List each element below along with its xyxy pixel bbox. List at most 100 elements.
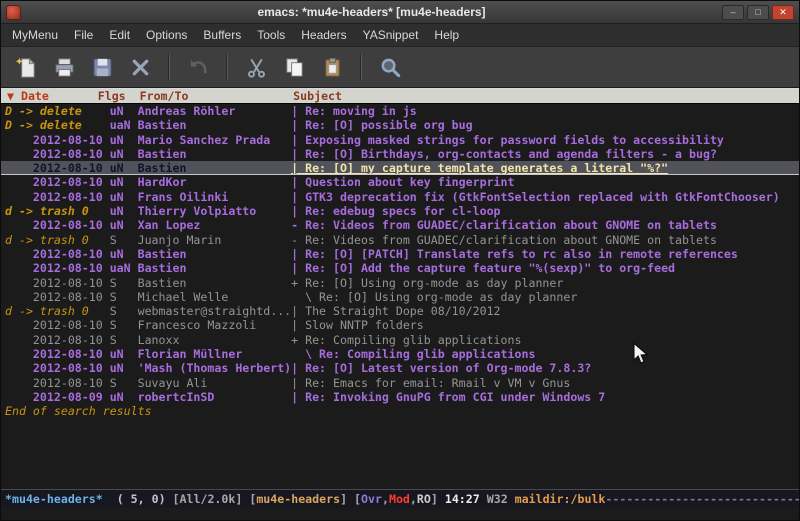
modeline-segment: , <box>410 492 417 506</box>
date-cell: 2012-08-10 <box>5 276 110 290</box>
message-row[interactable]: 2012-08-10SLanoxx+ Re: Compiling glib ap… <box>1 333 799 347</box>
save-icon[interactable] <box>87 52 117 82</box>
flags-cell: uN <box>110 133 138 147</box>
emacs-app-icon <box>6 5 21 20</box>
from-cell: Bastien <box>138 118 292 132</box>
modeline-segment: ----------------------------------------… <box>605 492 799 506</box>
from-cell: Francesco Mazzoli <box>138 318 292 332</box>
from-cell: Lanoxx <box>138 333 292 347</box>
column-header-date[interactable]: ▼ Date <box>7 89 98 103</box>
flags-cell: uN <box>110 190 138 204</box>
flags-cell: S <box>110 304 138 318</box>
flags-cell: uaN <box>110 261 138 275</box>
date-cell: D -> delete <box>5 118 110 132</box>
message-row[interactable]: 2012-08-10uNMario Sanchez Prada| Exposin… <box>1 133 799 147</box>
subject-cell: | Exposing masked strings for password f… <box>291 133 799 147</box>
date-cell: 2012-08-10 <box>5 376 110 390</box>
flags-cell: S <box>110 276 138 290</box>
message-row[interactable]: 2012-08-10uaNBastien| Re: [O] Add the ca… <box>1 261 799 275</box>
date-cell: 2012-08-10 <box>5 318 110 332</box>
column-header-subject[interactable]: Subject <box>293 89 799 103</box>
date-cell: 2012-08-10 <box>5 333 110 347</box>
menubar-item-yasnippet[interactable]: YASnippet <box>355 25 427 45</box>
mu4e-headers-buffer[interactable]: ▼ Date Flgs From/To Subject D -> deleteu… <box>1 88 799 489</box>
message-row[interactable]: 2012-08-09uNrobertcInSD| Re: Invoking Gn… <box>1 390 799 404</box>
from-cell: Juanjo Marin <box>138 233 292 247</box>
message-row[interactable]: d -> trash 0SJuanjo Marin- Re: Videos fr… <box>1 233 799 247</box>
subject-cell: | Re: [O] Add the capture feature "%(sex… <box>291 261 799 275</box>
modeline-segment: mu4e-headers <box>256 492 340 506</box>
message-row[interactable]: 2012-08-10SFrancesco Mazzoli| Slow NNTP … <box>1 318 799 332</box>
toolbar-separator <box>226 54 228 80</box>
print-icon[interactable] <box>49 52 79 82</box>
flags-cell: uN <box>110 147 138 161</box>
close-icon[interactable] <box>125 52 155 82</box>
modeline-segment: 14:27 <box>445 492 487 506</box>
headers-header-line: ▼ Date Flgs From/To Subject <box>1 89 799 104</box>
menubar-item-headers[interactable]: Headers <box>293 25 354 45</box>
search-icon[interactable] <box>375 52 405 82</box>
subject-cell: + Re: Compiling glib applications <box>291 333 799 347</box>
toolbar-separator <box>360 54 362 80</box>
copy-icon[interactable] <box>279 52 309 82</box>
menubar-item-options[interactable]: Options <box>138 25 195 45</box>
menubar-item-tools[interactable]: Tools <box>249 25 293 45</box>
from-cell: webmaster@straightd... <box>138 304 292 318</box>
minimize-button[interactable]: – <box>722 5 744 20</box>
subject-cell: | Re: edebug specs for cl-loop <box>291 204 799 218</box>
column-header-from[interactable]: From/To <box>140 89 294 103</box>
subject-cell: | Re: Emacs for email: Rmail v VM v Gnus <box>291 376 799 390</box>
toolbar-separator <box>168 54 170 80</box>
message-row[interactable]: d -> trash 0Swebmaster@straightd...| The… <box>1 304 799 318</box>
message-row[interactable]: 2012-08-10SBastien+ Re: [O] Using org-mo… <box>1 276 799 290</box>
message-row[interactable]: D -> deleteuaNBastien| Re: [O] possible … <box>1 118 799 132</box>
date-cell: 2012-08-10 <box>5 133 110 147</box>
from-cell: Thierry Volpiatto <box>138 204 292 218</box>
subject-cell: | Re: [O] my capture template generates … <box>291 161 799 174</box>
window-controls: –□✕ <box>722 5 794 20</box>
titlebar[interactable]: emacs: *mu4e-headers* [mu4e-headers] –□✕ <box>1 1 799 24</box>
paste-icon[interactable] <box>317 52 347 82</box>
menubar-item-buffers[interactable]: Buffers <box>195 25 249 45</box>
message-row[interactable]: 2012-08-10uNFlorian Müllner \ Re: Compil… <box>1 347 799 361</box>
message-row[interactable]: 2012-08-10uNBastien| Re: [O] Birthdays, … <box>1 147 799 161</box>
modeline[interactable]: *mu4e-headers* ( 5, 0) [All/2.0k] [mu4e-… <box>1 489 799 508</box>
menubar-item-file[interactable]: File <box>66 25 101 45</box>
message-row[interactable]: 2012-08-10uNBastien| Re: [O] my capture … <box>1 161 799 175</box>
column-header-flags[interactable]: Flgs <box>98 89 140 103</box>
end-of-results-text: End of search results <box>1 404 799 418</box>
menubar-item-mymenu[interactable]: MyMenu <box>4 25 66 45</box>
new-file-icon[interactable] <box>11 52 41 82</box>
date-cell: 2012-08-10 <box>5 175 110 189</box>
from-cell: Frans Oilinki <box>138 190 292 204</box>
modeline-segment: maildir:/bulk <box>515 492 606 506</box>
date-cell: 2012-08-10 <box>5 161 110 174</box>
message-row[interactable]: 2012-08-10uNHardKor| Question about key … <box>1 175 799 189</box>
subject-cell: - Re: Videos from GUADEC/clarification a… <box>291 218 799 232</box>
maximize-button[interactable]: □ <box>747 5 769 20</box>
from-cell: robertcInSD <box>138 390 292 404</box>
message-row[interactable]: 2012-08-10uNBastien| Re: [O] [PATCH] Tra… <box>1 247 799 261</box>
message-row[interactable]: D -> deleteuNAndreas Röhler| Re: moving … <box>1 104 799 118</box>
echo-area[interactable] <box>1 508 799 520</box>
date-cell: 2012-08-10 <box>5 347 110 361</box>
message-row[interactable]: 2012-08-10SMichael Welle \ Re: [O] Using… <box>1 290 799 304</box>
subject-cell: | Question about key fingerprint <box>291 175 799 189</box>
menubar-item-edit[interactable]: Edit <box>101 25 138 45</box>
modeline-segment: *mu4e-headers* <box>5 492 103 506</box>
date-cell: D -> delete <box>5 104 110 118</box>
subject-cell: | Re: [O] Birthdays, org-contacts and ag… <box>291 147 799 161</box>
message-row[interactable]: 2012-08-10uNXan Lopez- Re: Videos from G… <box>1 218 799 232</box>
message-row[interactable]: d -> trash 0uNThierry Volpiatto| Re: ede… <box>1 204 799 218</box>
modeline-segment: ( 5, 0) <box>103 492 173 506</box>
message-row[interactable]: 2012-08-10uNFrans Oilinki| GTK3 deprecat… <box>1 190 799 204</box>
message-row[interactable]: 2012-08-10SSuvayu Ali| Re: Emacs for ema… <box>1 376 799 390</box>
flags-cell: uN <box>110 161 138 174</box>
cut-icon[interactable] <box>241 52 271 82</box>
message-row[interactable]: 2012-08-10uN'Mash (Thomas Herbert)| Re: … <box>1 361 799 375</box>
subject-cell: | Re: Invoking GnuPG from CGI under Wind… <box>291 390 799 404</box>
close-button[interactable]: ✕ <box>772 5 794 20</box>
menubar: MyMenuFileEditOptionsBuffersToolsHeaders… <box>1 24 799 47</box>
from-cell: Suvayu Ali <box>138 376 292 390</box>
menubar-item-help[interactable]: Help <box>426 25 467 45</box>
